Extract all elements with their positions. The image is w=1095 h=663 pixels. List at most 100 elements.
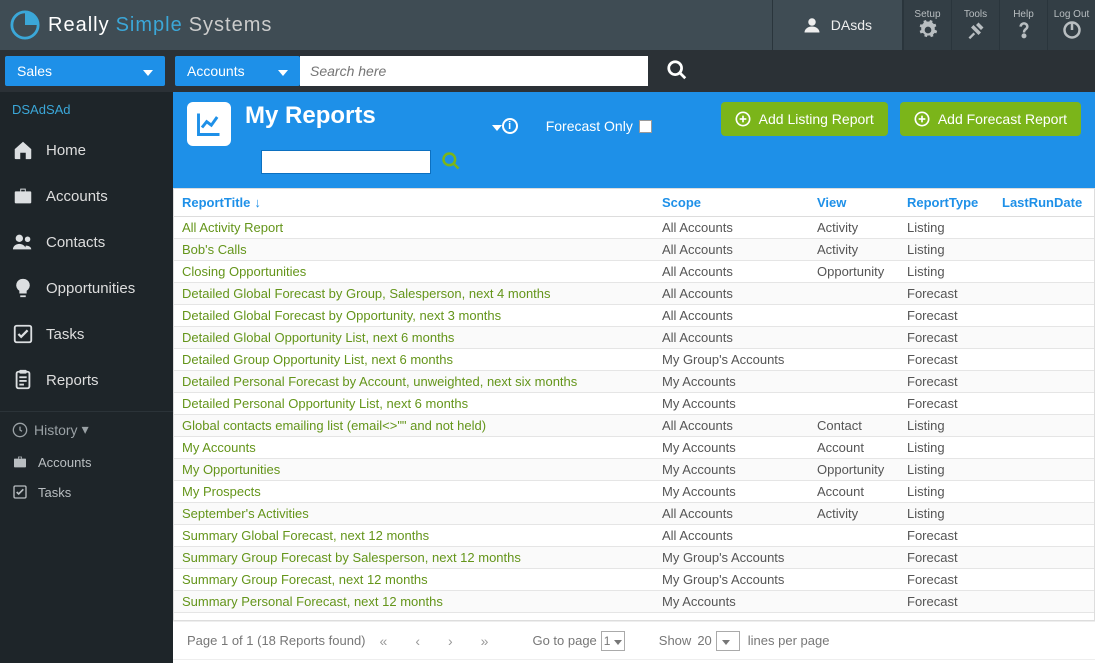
sidebar-item-opportunities[interactable]: Opportunities: [0, 265, 173, 311]
report-link[interactable]: Detailed Personal Opportunity List, next…: [182, 396, 468, 411]
report-link[interactable]: Bob's Calls: [182, 242, 247, 257]
pager-perpage-select[interactable]: [716, 631, 740, 651]
report-link[interactable]: Detailed Global Opportunity List, next 6…: [182, 330, 454, 345]
table-cell: My Accounts: [654, 437, 809, 459]
pager-last-button[interactable]: »: [481, 633, 489, 649]
sidebar-item-tasks[interactable]: Tasks: [0, 311, 173, 357]
table-cell: All Accounts: [654, 415, 809, 437]
report-link[interactable]: Closing Opportunities: [182, 264, 306, 279]
table-cell: Listing: [899, 459, 994, 481]
table-cell: [809, 327, 899, 349]
report-link[interactable]: Summary Global Forecast, next 12 months: [182, 528, 429, 543]
table-row: Global contacts emailing list (email<>""…: [174, 415, 1094, 437]
history-item-accounts[interactable]: Accounts: [0, 447, 173, 477]
table-cell: [994, 415, 1094, 437]
sidebar-item-contacts[interactable]: Contacts: [0, 219, 173, 265]
table-cell: [809, 393, 899, 415]
setup-button[interactable]: Setup: [903, 0, 951, 50]
module-dropdown[interactable]: Sales: [5, 56, 165, 86]
report-link[interactable]: September's Activities: [182, 506, 309, 521]
report-link[interactable]: All Activity Report: [182, 220, 283, 235]
pager-summary: Page 1 of 1 (18 Reports found): [187, 633, 366, 648]
table-cell: My Group's Accounts: [654, 569, 809, 591]
add-forecast-report-button[interactable]: Add Forecast Report: [900, 102, 1081, 136]
brand-word-2: Simple: [116, 14, 183, 37]
report-link[interactable]: Summary Group Forecast by Salesperson, n…: [182, 550, 521, 565]
page-title: My Reports: [245, 102, 376, 130]
history-item-label: Tasks: [38, 485, 71, 500]
pager-page-select[interactable]: 1: [601, 631, 625, 651]
search-input[interactable]: [300, 56, 648, 86]
column-header-scope[interactable]: Scope: [654, 189, 809, 217]
report-link[interactable]: Summary Group Forecast, next 12 months: [182, 572, 428, 587]
history-item-tasks[interactable]: Tasks: [0, 477, 173, 507]
report-link[interactable]: Detailed Group Opportunity List, next 6 …: [182, 352, 453, 367]
report-link[interactable]: Summary Personal Forecast, next 12 month…: [182, 594, 443, 609]
table-cell: Listing: [899, 481, 994, 503]
column-header-reporttitle[interactable]: ReportTitle↓: [174, 189, 654, 217]
user-name: DAsds: [831, 17, 872, 33]
page-menu-chevron-icon[interactable]: [486, 118, 502, 134]
logout-button[interactable]: Log Out: [1047, 0, 1095, 50]
tools-button[interactable]: Tools: [951, 0, 999, 50]
table-cell: [809, 569, 899, 591]
report-link[interactable]: Detailed Personal Forecast by Account, u…: [182, 374, 577, 389]
history-icon: [12, 422, 28, 438]
logout-label: Log Out: [1054, 9, 1090, 20]
search-button[interactable]: [666, 59, 688, 84]
table-row: September's ActivitiesAll AccountsActivi…: [174, 503, 1094, 525]
sidebar-history[interactable]: History ▾: [0, 411, 173, 447]
report-filter-input[interactable]: [261, 150, 431, 174]
table-cell: [994, 503, 1094, 525]
pager-first-button[interactable]: «: [380, 633, 388, 649]
sidebar-item-accounts[interactable]: Accounts: [0, 173, 173, 219]
table-cell: All Accounts: [654, 503, 809, 525]
table-cell: Listing: [899, 261, 994, 283]
table-cell: Forecast: [899, 569, 994, 591]
table-cell: Opportunity: [809, 261, 899, 283]
entity-dropdown[interactable]: Accounts: [175, 56, 300, 86]
report-link[interactable]: My Opportunities: [182, 462, 280, 477]
reports-table: ReportTitle↓ScopeViewReportTypeLastRunDa…: [174, 189, 1094, 613]
sidebar-org-label[interactable]: DSAdSAd: [0, 92, 173, 127]
report-link[interactable]: Detailed Global Forecast by Group, Sales…: [182, 286, 551, 301]
table-cell: All Accounts: [654, 283, 809, 305]
report-link[interactable]: Global contacts emailing list (email<>""…: [182, 418, 486, 433]
entity-dropdown-label: Accounts: [187, 63, 245, 79]
table-cell: Opportunity: [809, 459, 899, 481]
table-row: Summary Group Forecast, next 12 months My…: [174, 569, 1094, 591]
add-listing-report-button[interactable]: Add Listing Report: [721, 102, 888, 136]
forecast-only-checkbox[interactable]: [639, 120, 652, 133]
table-row: Detailed Global Forecast by Group, Sales…: [174, 283, 1094, 305]
column-header-reporttype[interactable]: ReportType: [899, 189, 994, 217]
sidebar-item-home[interactable]: Home: [0, 127, 173, 173]
table-cell: All Accounts: [654, 261, 809, 283]
report-link[interactable]: My Prospects: [182, 484, 261, 499]
table-cell: My Group's Accounts: [654, 349, 809, 371]
help-button[interactable]: Help: [999, 0, 1047, 50]
table-cell: Forecast: [899, 393, 994, 415]
table-cell: Account: [809, 437, 899, 459]
sidebar-history-label: History: [34, 422, 78, 438]
report-link[interactable]: Detailed Global Forecast by Opportunity,…: [182, 308, 501, 323]
report-link[interactable]: My Accounts: [182, 440, 256, 455]
pager-prev-button[interactable]: ‹: [415, 633, 420, 649]
table-cell: [809, 547, 899, 569]
column-header-lastrundate[interactable]: LastRunDate: [994, 189, 1094, 217]
table-cell: [994, 305, 1094, 327]
sidebar: DSAdSAd HomeAccountsContactsOpportunitie…: [0, 92, 173, 663]
pager-show-label: Show: [659, 633, 692, 648]
table-cell: Forecast: [899, 591, 994, 613]
report-filter-search-button[interactable]: [441, 151, 461, 174]
table-row: Detailed Personal Forecast by Account, u…: [174, 371, 1094, 393]
user-menu[interactable]: DAsds: [772, 0, 903, 50]
sidebar-item-reports[interactable]: Reports: [0, 357, 173, 403]
info-icon[interactable]: i: [502, 118, 518, 134]
table-cell: All Accounts: [654, 327, 809, 349]
pager-next-button[interactable]: ›: [448, 633, 453, 649]
column-header-view[interactable]: View: [809, 189, 899, 217]
tools-icon: [966, 20, 986, 40]
table-cell: Listing: [899, 239, 994, 261]
table-cell: Listing: [899, 503, 994, 525]
table-row: My ProspectsMy AccountsAccountListing: [174, 481, 1094, 503]
